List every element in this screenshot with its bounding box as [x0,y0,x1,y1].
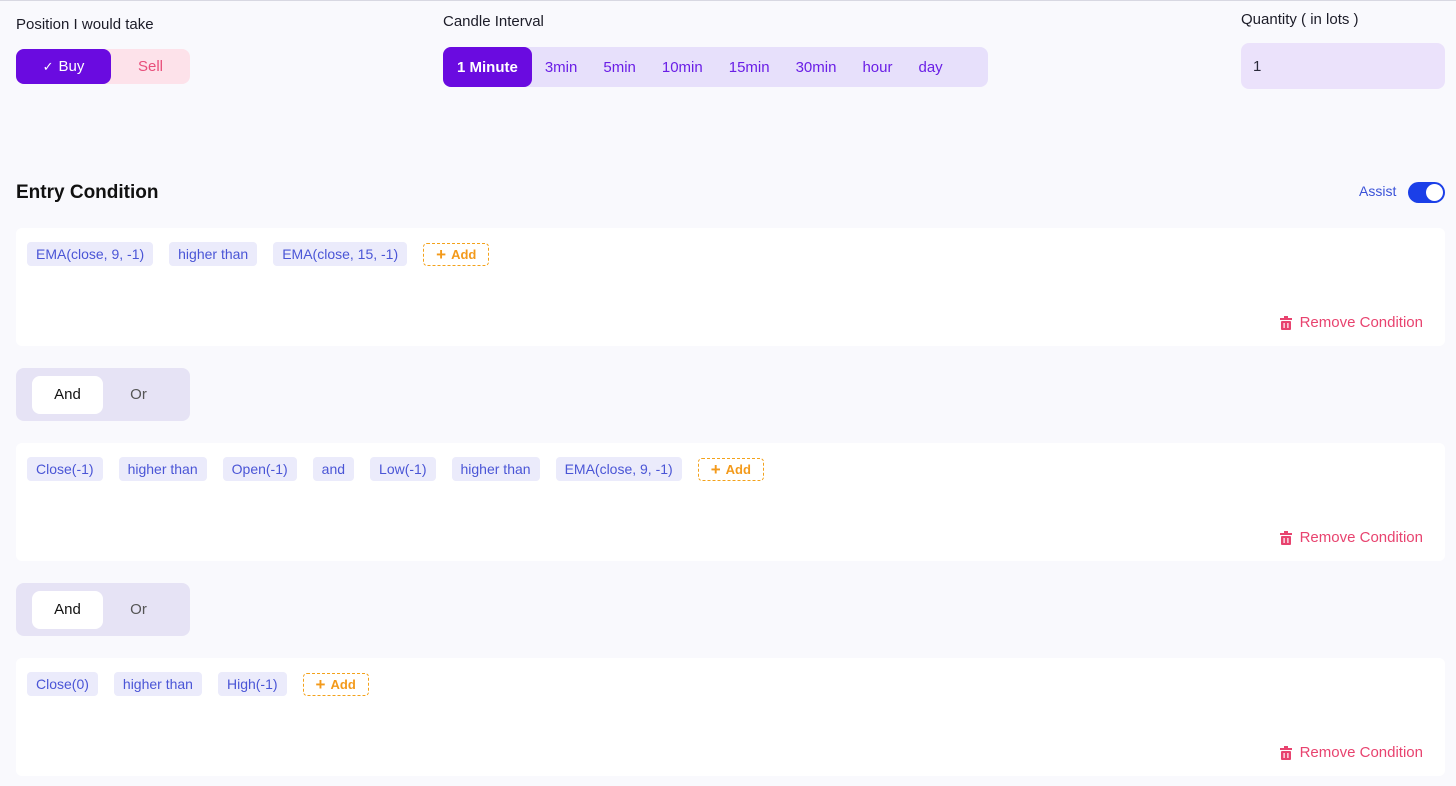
and-or-toggle-2: And Or [16,583,190,636]
check-icon: ✓ [42,58,54,74]
entry-condition-title: Entry Condition [16,182,159,203]
condition-chip[interactable]: Open(-1) [222,457,297,481]
condition-chip[interactable]: EMA(close, 15, -1) [273,242,408,266]
interval-option-10min[interactable]: 10min [649,47,716,87]
condition-chip[interactable]: EMA(close, 9, -1) [555,457,682,481]
and-button[interactable]: And [32,375,103,414]
trash-icon [1279,530,1292,545]
and-or-toggle-1: And Or [16,368,190,421]
remove-condition-label: Remove Condition [1299,744,1423,761]
condition-chip[interactable]: EMA(close, 9, -1) [27,242,154,266]
plus-icon: + [436,244,447,264]
position-label: Position I would take [16,16,154,33]
buy-button-label: Buy [58,58,85,75]
trash-icon [1279,745,1292,760]
add-button-label: Add [330,676,356,692]
condition-card-1: EMA(close, 9, -1) higher than EMA(close,… [16,228,1445,346]
toggle-knob [1426,184,1443,201]
plus-icon: + [710,459,721,479]
sell-button-label: Sell [137,58,163,75]
condition-chip[interactable]: higher than [118,457,207,481]
add-button[interactable]: + Add [423,242,490,266]
remove-condition-button[interactable]: Remove Condition [1279,744,1423,761]
add-button-label: Add [725,461,751,477]
condition-card-3: Close(0) higher than High(-1) + Add Remov… [16,658,1445,776]
condition-chip[interactable]: higher than [113,672,202,696]
candle-interval-group: 1 Minute 3min 5min 10min 15min 30min hou… [443,47,988,87]
quantity-label: Quantity ( in lots ) [1241,11,1359,28]
condition-chip[interactable]: and [312,457,355,481]
assist-toggle[interactable] [1408,182,1445,203]
buy-button[interactable]: ✓ Buy [16,49,111,84]
and-button[interactable]: And [32,590,103,629]
condition-chip[interactable]: higher than [169,242,258,266]
interval-option-30min[interactable]: 30min [783,47,850,87]
plus-icon: + [315,674,326,694]
add-button-label: Add [451,246,477,262]
condition-chip[interactable]: higher than [451,457,540,481]
add-button[interactable]: + Add [302,672,369,696]
interval-option-day[interactable]: day [905,47,955,87]
add-button[interactable]: + Add [697,457,764,481]
remove-condition-label: Remove Condition [1299,529,1423,546]
condition-chip[interactable]: Close(-1) [27,457,103,481]
or-button[interactable]: Or [103,376,174,414]
condition-chip[interactable]: Close(0) [27,672,98,696]
condition-chip[interactable]: High(-1) [217,672,287,696]
quantity-input[interactable] [1241,43,1445,89]
sell-button[interactable]: Sell [111,49,190,84]
interval-option-1min[interactable]: 1 Minute [443,47,532,87]
condition-chip[interactable]: Low(-1) [370,457,436,481]
interval-option-15min[interactable]: 15min [716,47,783,87]
position-toggle: ✓ Buy Sell [16,49,190,84]
assist-label: Assist [1359,183,1397,199]
remove-condition-label: Remove Condition [1299,314,1423,331]
trash-icon [1279,315,1292,330]
remove-condition-button[interactable]: Remove Condition [1279,529,1423,546]
candle-interval-label: Candle Interval [443,13,544,30]
or-button[interactable]: Or [103,591,174,629]
interval-option-3min[interactable]: 3min [532,47,591,87]
remove-condition-button[interactable]: Remove Condition [1279,314,1423,331]
interval-option-5min[interactable]: 5min [590,47,649,87]
condition-card-2: Close(-1) higher than Open(-1) and Low(-… [16,443,1445,561]
interval-option-hour[interactable]: hour [849,47,905,87]
